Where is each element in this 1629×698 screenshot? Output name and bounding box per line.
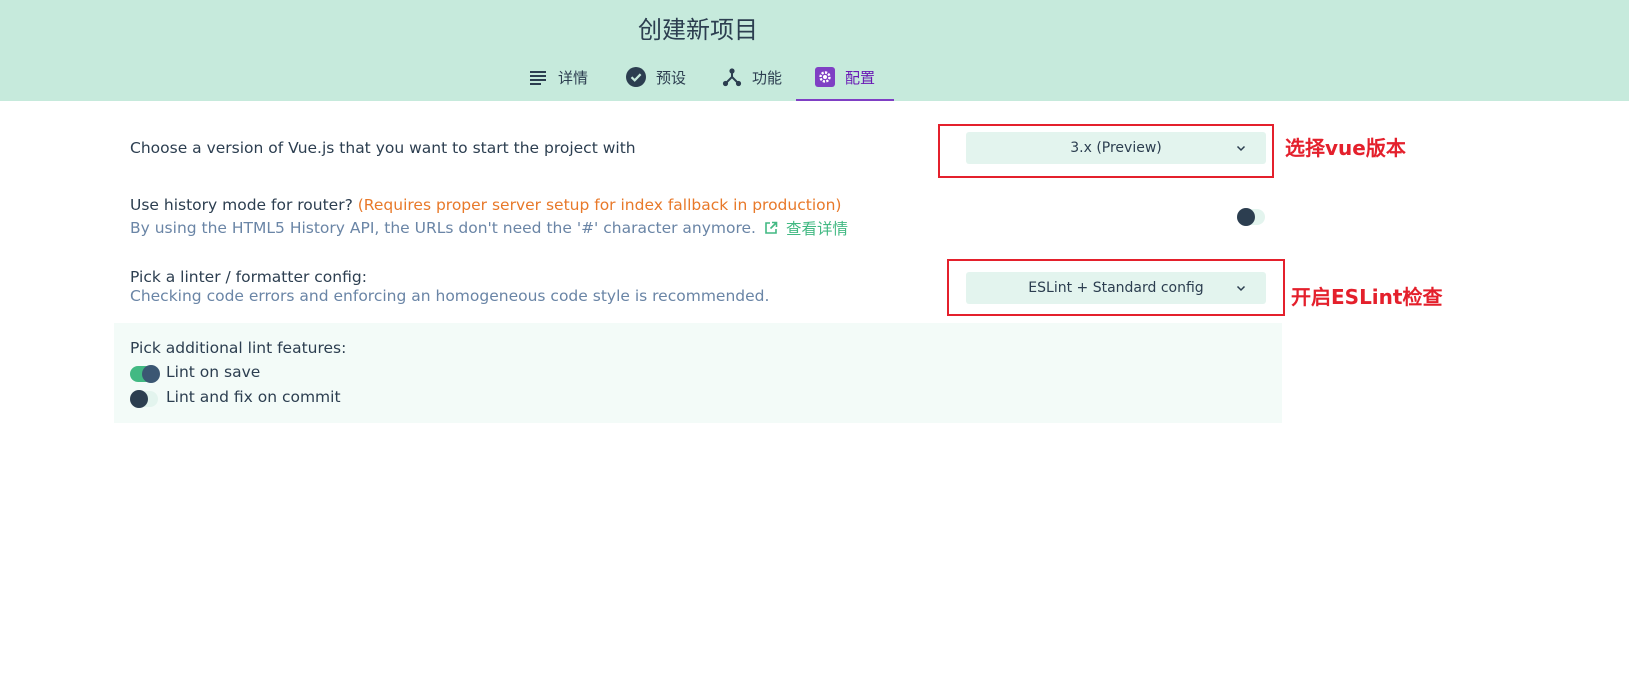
fork-icon xyxy=(722,67,742,87)
history-mode-description-row: By using the HTML5 History API, the URLs… xyxy=(130,217,848,239)
history-mode-toggle[interactable] xyxy=(1237,208,1265,226)
tab-config[interactable]: 配置 xyxy=(796,58,894,101)
settings-icon xyxy=(814,67,835,87)
tab-label: 详情 xyxy=(557,69,588,87)
lint-fix-on-commit-toggle[interactable] xyxy=(130,390,158,408)
more-info-text: 查看详情 xyxy=(785,220,848,238)
linter-label: Pick a linter / formatter config: xyxy=(130,268,367,286)
list-icon xyxy=(528,67,548,87)
page-title: 创建新项目 xyxy=(638,16,758,44)
external-link-icon xyxy=(764,221,778,235)
tab-label: 功能 xyxy=(751,69,782,87)
toggle-knob xyxy=(130,390,148,408)
annotation-box-eslint xyxy=(947,259,1285,316)
tab-label: 配置 xyxy=(844,69,875,87)
linter-description: Checking code errors and enforcing an ho… xyxy=(130,287,770,305)
lint-fix-on-commit-label: Lint and fix on commit xyxy=(166,388,341,406)
lint-features-panel: Pick additional lint features: Lint on s… xyxy=(114,323,1282,423)
toggle-knob xyxy=(142,365,160,383)
tab-features[interactable]: 功能 xyxy=(704,58,800,101)
annotation-vue-version: 选择vue版本 xyxy=(1285,136,1406,160)
vue-version-label: Choose a version of Vue.js that you want… xyxy=(130,139,636,157)
more-info-link[interactable]: 查看详情 xyxy=(764,217,848,239)
tab-presets[interactable]: 预设 xyxy=(608,58,704,101)
history-mode-label: Use history mode for router? (Requires p… xyxy=(130,196,841,214)
history-mode-question: Use history mode for router? xyxy=(130,196,353,214)
annotation-eslint: 开启ESLint检查 xyxy=(1291,285,1443,309)
history-mode-description: By using the HTML5 History API, the URLs… xyxy=(130,219,756,237)
toggle-knob xyxy=(1237,208,1255,226)
tab-details[interactable]: 详情 xyxy=(508,58,608,101)
lint-on-save-toggle[interactable] xyxy=(130,365,160,383)
header: 创建新项目 详情 预设 功能 配置 xyxy=(0,0,1629,101)
history-mode-warning: (Requires proper server setup for index … xyxy=(357,196,842,214)
lint-on-save-label: Lint on save xyxy=(166,363,261,381)
tab-label: 预设 xyxy=(655,69,686,87)
lint-features-label: Pick additional lint features: xyxy=(130,339,347,357)
check-circle-icon xyxy=(625,67,646,87)
annotation-box-vue-version xyxy=(938,124,1274,178)
